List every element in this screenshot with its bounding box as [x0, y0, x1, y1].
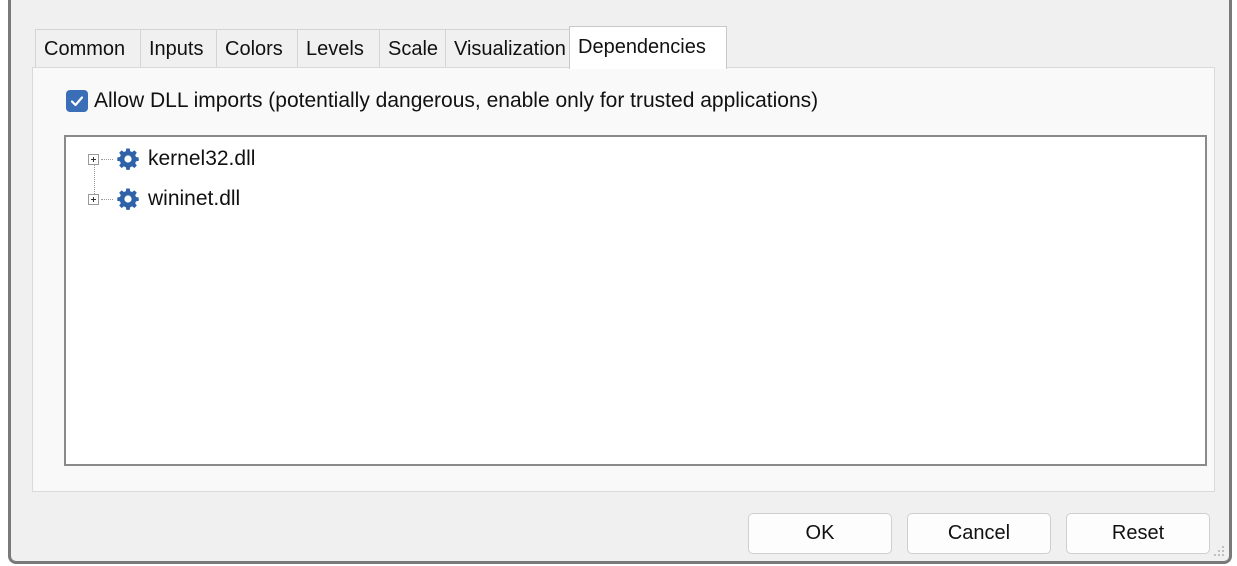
- tab-inputs[interactable]: Inputs: [140, 29, 217, 68]
- resize-grip-icon[interactable]: [1211, 543, 1225, 557]
- tab-strip: Common Inputs Colors Levels Scale Visual…: [35, 26, 727, 69]
- dependencies-tree[interactable]: kernel32.dll wininet.dll: [64, 135, 1207, 466]
- properties-dialog: Common Inputs Colors Levels Scale Visual…: [8, 0, 1232, 564]
- expand-icon[interactable]: [88, 193, 99, 205]
- ok-button[interactable]: OK: [748, 513, 892, 554]
- reset-button[interactable]: Reset: [1066, 513, 1210, 554]
- tree-node-label: kernel32.dll: [148, 147, 256, 170]
- allow-dll-row[interactable]: Allow DLL imports (potentially dangerous…: [66, 89, 818, 113]
- tab-dependencies[interactable]: Dependencies: [569, 26, 727, 69]
- cancel-button[interactable]: Cancel: [907, 513, 1051, 554]
- tab-colors[interactable]: Colors: [216, 29, 298, 68]
- gear-icon: [117, 148, 139, 170]
- tree-node-wininet[interactable]: wininet.dll: [88, 187, 240, 211]
- tree-node-kernel32[interactable]: kernel32.dll: [88, 147, 255, 171]
- tree-branch-line: [101, 198, 113, 200]
- gear-icon: [117, 188, 139, 210]
- allow-dll-label: Allow DLL imports (potentially dangerous…: [94, 89, 819, 112]
- expand-icon[interactable]: [88, 153, 99, 165]
- tab-scale[interactable]: Scale: [379, 29, 446, 68]
- tab-common[interactable]: Common: [35, 29, 141, 68]
- checkmark-icon: [70, 96, 84, 107]
- tab-visualization[interactable]: Visualization: [445, 29, 570, 68]
- tree-node-label: wininet.dll: [148, 187, 241, 210]
- tree-branch-line: [101, 158, 113, 160]
- allow-dll-checkbox[interactable]: [66, 90, 88, 112]
- dependencies-panel: Allow DLL imports (potentially dangerous…: [32, 67, 1215, 492]
- tab-levels[interactable]: Levels: [297, 29, 380, 68]
